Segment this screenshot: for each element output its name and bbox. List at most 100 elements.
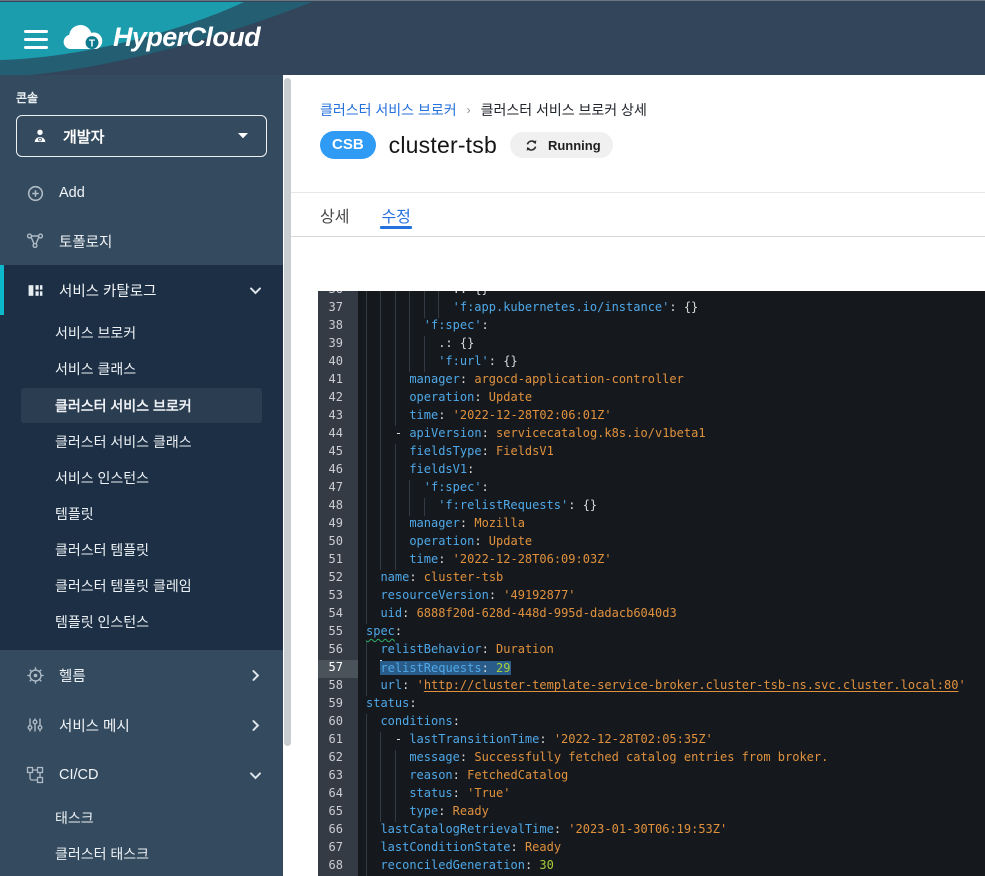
sidebar-subitem[interactable]: 템플릿 [0,496,283,532]
indent-guide [380,444,394,462]
sidebar-subitem[interactable]: 태스크 [0,800,283,836]
sidebar-section: 헬름 [0,650,283,700]
sidebar-subitem[interactable]: 서비스 인스턴스 [0,460,283,496]
code-line[interactable]: lastConditionState: Ready [366,840,985,858]
code-line[interactable]: url: 'http://cluster-template-service-br… [366,678,985,696]
indent-guide [395,390,409,408]
line-number: 40 [318,354,358,372]
line-number: 55 [318,624,358,642]
indent-guide [424,336,438,354]
sidebar-section-header[interactable]: 헬름 [0,650,283,700]
sidebar-subitem[interactable]: 템플릿 인스턴스 [0,604,283,640]
code-line[interactable]: manager: argocd-application-controller [366,372,985,390]
content-scrollbar-thumb[interactable] [284,78,291,746]
breadcrumb-parent-link[interactable]: 클러스터 서비스 브로커 [320,100,457,120]
sidebar-menu: Add토폴로지서비스 카탈로그서비스 브로커서비스 클래스클러스터 서비스 브로… [0,169,283,876]
code-line[interactable]: 'f:spec': [366,318,985,336]
code-line[interactable]: time: '2022-12-28T06:09:03Z' [366,552,985,570]
code-line[interactable]: message: Successfully fetched catalog en… [366,750,985,768]
indent-guide [438,291,452,300]
indent-guide [366,768,380,786]
code-line[interactable]: time: '2022-12-28T02:06:01Z' [366,408,985,426]
sidebar-subitem[interactable]: 클러스터 태스크 [0,836,283,872]
indent-guide [395,516,409,534]
indent-guide [380,408,394,426]
code-line[interactable]: - lastTransitionTime: '2022-12-28T02:05:… [366,732,985,750]
indent-guide [366,750,380,768]
sidebar-subitem[interactable]: 클러스터 템플릿 클레임 [0,568,283,604]
line-number: 49 [318,516,358,534]
code-line[interactable]: relistBehavior: Duration [366,642,985,660]
sidebar-section-header[interactable]: 서비스 카탈로그 [0,265,283,315]
sidebar-subitem[interactable]: 서비스 클래스 [0,351,283,387]
sidebar-subitem[interactable]: 클러스터 템플릿 [0,532,283,568]
indent-guide [366,606,380,624]
code-line[interactable]: lastCatalogRetrievalTime: '2023-01-30T06… [366,822,985,840]
tabs: 상세 수정 [291,193,985,237]
code-line[interactable]: - apiVersion: servicecatalog.k8s.io/v1be… [366,426,985,444]
status-text: Running [548,138,601,153]
menu-toggle-button[interactable] [24,30,48,49]
line-number: 48 [318,498,358,516]
indent-guide [366,408,380,426]
sync-icon [522,139,542,152]
code-line[interactable]: name: cluster-tsb [366,570,985,588]
sidebar-item[interactable]: Add [0,169,283,217]
indent-guide [366,678,380,696]
code-line[interactable]: type: Ready [366,804,985,822]
code-line[interactable]: manager: Mozilla [366,516,985,534]
sidebar-subitem[interactable]: 클러스터 서비스 클래스 [0,424,283,460]
indent-guide [395,768,409,786]
line-number: 44 [318,426,358,444]
code-line[interactable]: reconciledGeneration: 30 [366,858,985,876]
code-line[interactable]: 'f:spec': [366,480,985,498]
code-line[interactable]: status: [366,696,985,714]
indent-guide [409,354,423,372]
code-line[interactable]: conditions: [366,714,985,732]
code-line[interactable]: 'f:app.kubernetes.io/instance': {} [366,300,985,318]
code-line[interactable]: operation: Update [366,534,985,552]
code-line[interactable]: status: 'True' [366,786,985,804]
indent-guide [366,840,380,858]
sidebar-section-header[interactable]: CI/CD [0,750,283,800]
code-line[interactable]: reason: FetchedCatalog [366,768,985,786]
tab-detail[interactable]: 상세 [320,193,349,236]
breadcrumb-current: 클러스터 서비스 브로커 상세 [481,100,647,120]
indent-guide [380,480,394,498]
content-scrollbar-track[interactable] [283,75,291,876]
code-line[interactable]: fieldsV1: [366,462,985,480]
yaml-editor[interactable]: 3637383940414243444546474849505152535455… [318,291,985,876]
sidebar-subitem[interactable]: 서비스 브로커 [0,315,283,351]
editor-code-area[interactable]: .: {}'f:app.kubernetes.io/instance': {}'… [358,291,985,876]
indent-guide [366,552,380,570]
sidebar-section-header[interactable]: 서비스 메시 [0,700,283,750]
code-line[interactable]: relistRequests: 29 [366,660,985,678]
sidebar-subitem[interactable]: 태스크 런 [0,872,283,876]
indent-guide [366,462,380,480]
code-line[interactable]: 'f:url': {} [366,354,985,372]
code-line[interactable]: 'f:relistRequests': {} [366,498,985,516]
tab-edit[interactable]: 수정 [381,193,410,236]
main-content: 클러스터 서비스 브로커 › 클러스터 서비스 브로커 상세 CSB clust… [291,75,985,876]
indent-guide [366,336,380,354]
indent-guide [366,390,380,408]
sidebar-item[interactable]: 토폴로지 [0,217,283,265]
topology-icon [25,232,45,250]
perspective-switcher[interactable]: 개발자 [16,115,267,157]
code-line[interactable]: uid: 6888f20d-628d-448d-995d-dadacb6040d… [366,606,985,624]
indent-guide [366,786,380,804]
sidebar-section: CI/CD태스크클러스터 태스크태스크 런 [0,750,283,876]
indent-guide [380,291,394,300]
code-line[interactable]: operation: Update [366,390,985,408]
code-line[interactable]: spec: [366,624,985,642]
indent-guide [366,291,380,300]
indent-guide [395,354,409,372]
code-line[interactable]: .: {} [366,336,985,354]
code-line[interactable]: .: {} [366,291,985,300]
sidebar-subitem[interactable]: 클러스터 서비스 브로커 [21,388,262,423]
code-line[interactable]: resourceVersion: '49192877' [366,588,985,606]
chevron-right-icon [245,719,265,732]
line-number: 36 [318,291,358,300]
code-line[interactable]: fieldsType: FieldsV1 [366,444,985,462]
line-number: 54 [318,606,358,624]
